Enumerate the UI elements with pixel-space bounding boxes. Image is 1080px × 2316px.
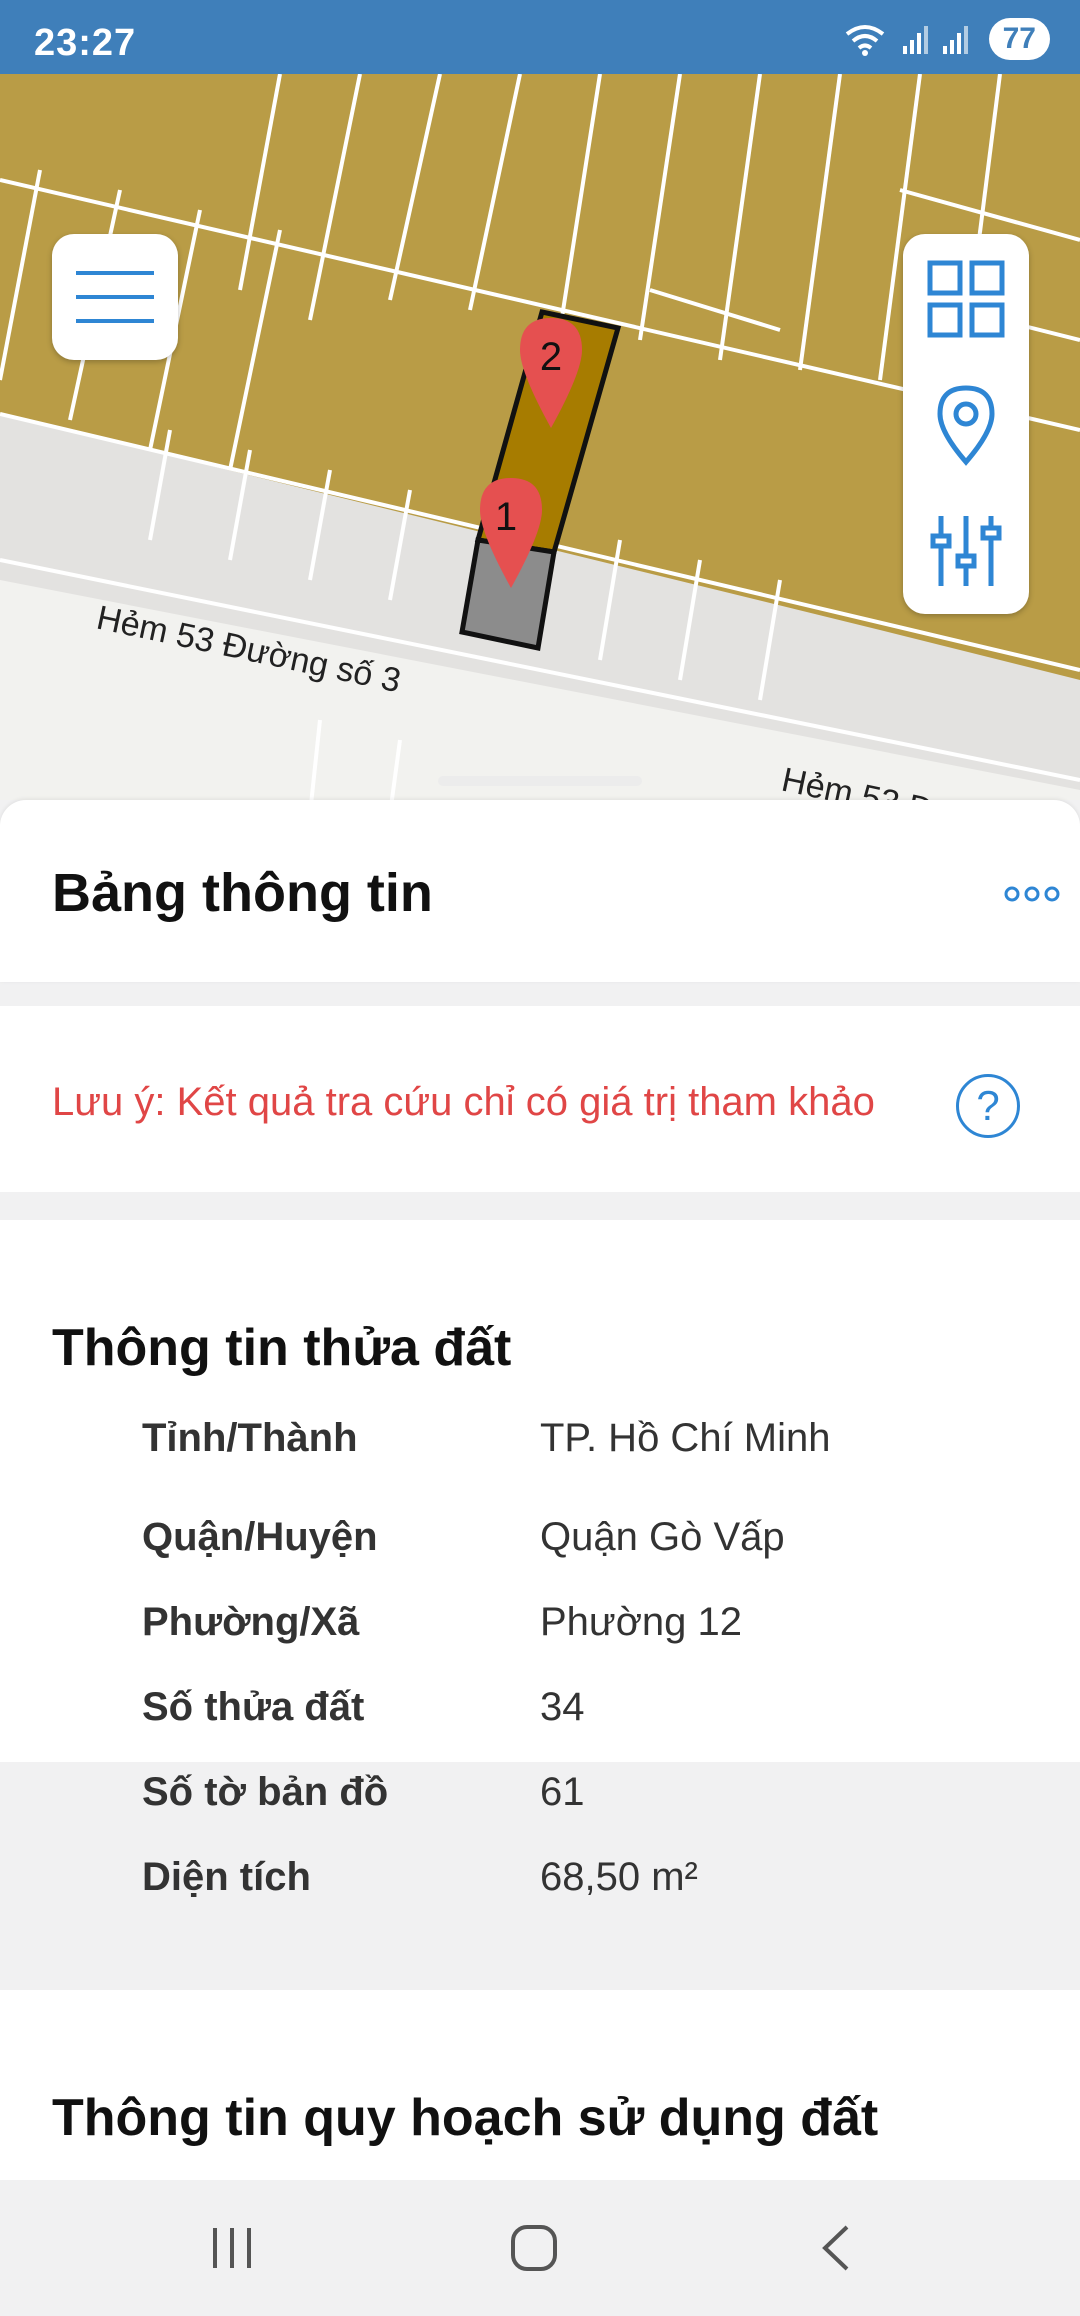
- grid-icon: [927, 260, 1005, 338]
- row-label: Quận/Huyện: [142, 1515, 378, 1559]
- more-icon[interactable]: [1004, 886, 1060, 902]
- status-bar: 23:27 77: [0, 0, 1080, 74]
- sheet-drag-handle[interactable]: [438, 776, 642, 786]
- row-value: Phường 12: [540, 1600, 743, 1644]
- back-icon: [822, 2225, 849, 2271]
- planning-title: Thông tin quy hoạch sử dụng đất: [52, 2089, 879, 2147]
- marker-1-label: 1: [495, 495, 517, 539]
- filter-sliders-icon: [930, 516, 1002, 586]
- recent-apps-icon: [213, 2228, 251, 2268]
- land-info-card: Thông tin thửa đất Tỉnh/Thành TP. Hồ Chí…: [0, 1220, 1080, 1899]
- home-button[interactable]: [454, 2180, 614, 2316]
- back-button[interactable]: [756, 2180, 916, 2316]
- home-icon: [511, 2225, 557, 2271]
- signal-icon: [902, 26, 968, 54]
- layers-button[interactable]: [903, 244, 1029, 354]
- menu-icon: [76, 271, 154, 323]
- row-label: Tỉnh/Thành: [142, 1416, 358, 1460]
- row-label: Phường/Xã: [142, 1600, 360, 1644]
- system-nav-bar: [0, 2180, 1080, 2316]
- info-panel: Bảng thông tin Lưu ý: Kết quả tra cứu ch…: [0, 800, 1080, 2180]
- marker-2-label: 2: [540, 335, 562, 379]
- notice-card: Lưu ý: Kết quả tra cứu chỉ có giá trị th…: [0, 1006, 1080, 1192]
- battery-icon: 77: [988, 18, 1050, 60]
- row-value: Quận Gò Vấp: [540, 1515, 785, 1559]
- status-time: 23:27: [34, 22, 137, 64]
- location-pin-icon: [937, 385, 995, 466]
- notice-text: Lưu ý: Kết quả tra cứu chỉ có giá trị th…: [52, 1080, 875, 1124]
- menu-button[interactable]: [52, 234, 178, 360]
- row-value: 61: [540, 1770, 585, 1814]
- row-value: TP. Hồ Chí Minh: [540, 1416, 831, 1460]
- row-label: Diện tích: [142, 1855, 311, 1899]
- row-value: 68,50 m²: [540, 1855, 698, 1899]
- map-view[interactable]: 2 1 Hẻm 53 Đường số 3 Hẻm 53 Đ: [0, 74, 1080, 814]
- row-label: Số tờ bản đồ: [142, 1770, 389, 1814]
- planning-card: Thông tin quy hoạch sử dụng đất: [0, 1990, 1080, 2180]
- row-value: 34: [540, 1685, 585, 1729]
- land-info-title: Thông tin thửa đất: [52, 1319, 512, 1377]
- row-label: Số thửa đất: [142, 1685, 365, 1729]
- locate-button[interactable]: [903, 370, 1029, 480]
- wifi-icon: [845, 25, 884, 56]
- panel-title: Bảng thông tin: [52, 863, 433, 923]
- map-tools: [903, 234, 1029, 614]
- recent-apps-button[interactable]: [152, 2180, 312, 2316]
- help-icon[interactable]: ?: [956, 1074, 1020, 1138]
- panel-header: Bảng thông tin: [0, 800, 1080, 982]
- status-icons: 77: [843, 16, 1050, 62]
- filter-button[interactable]: [903, 496, 1029, 606]
